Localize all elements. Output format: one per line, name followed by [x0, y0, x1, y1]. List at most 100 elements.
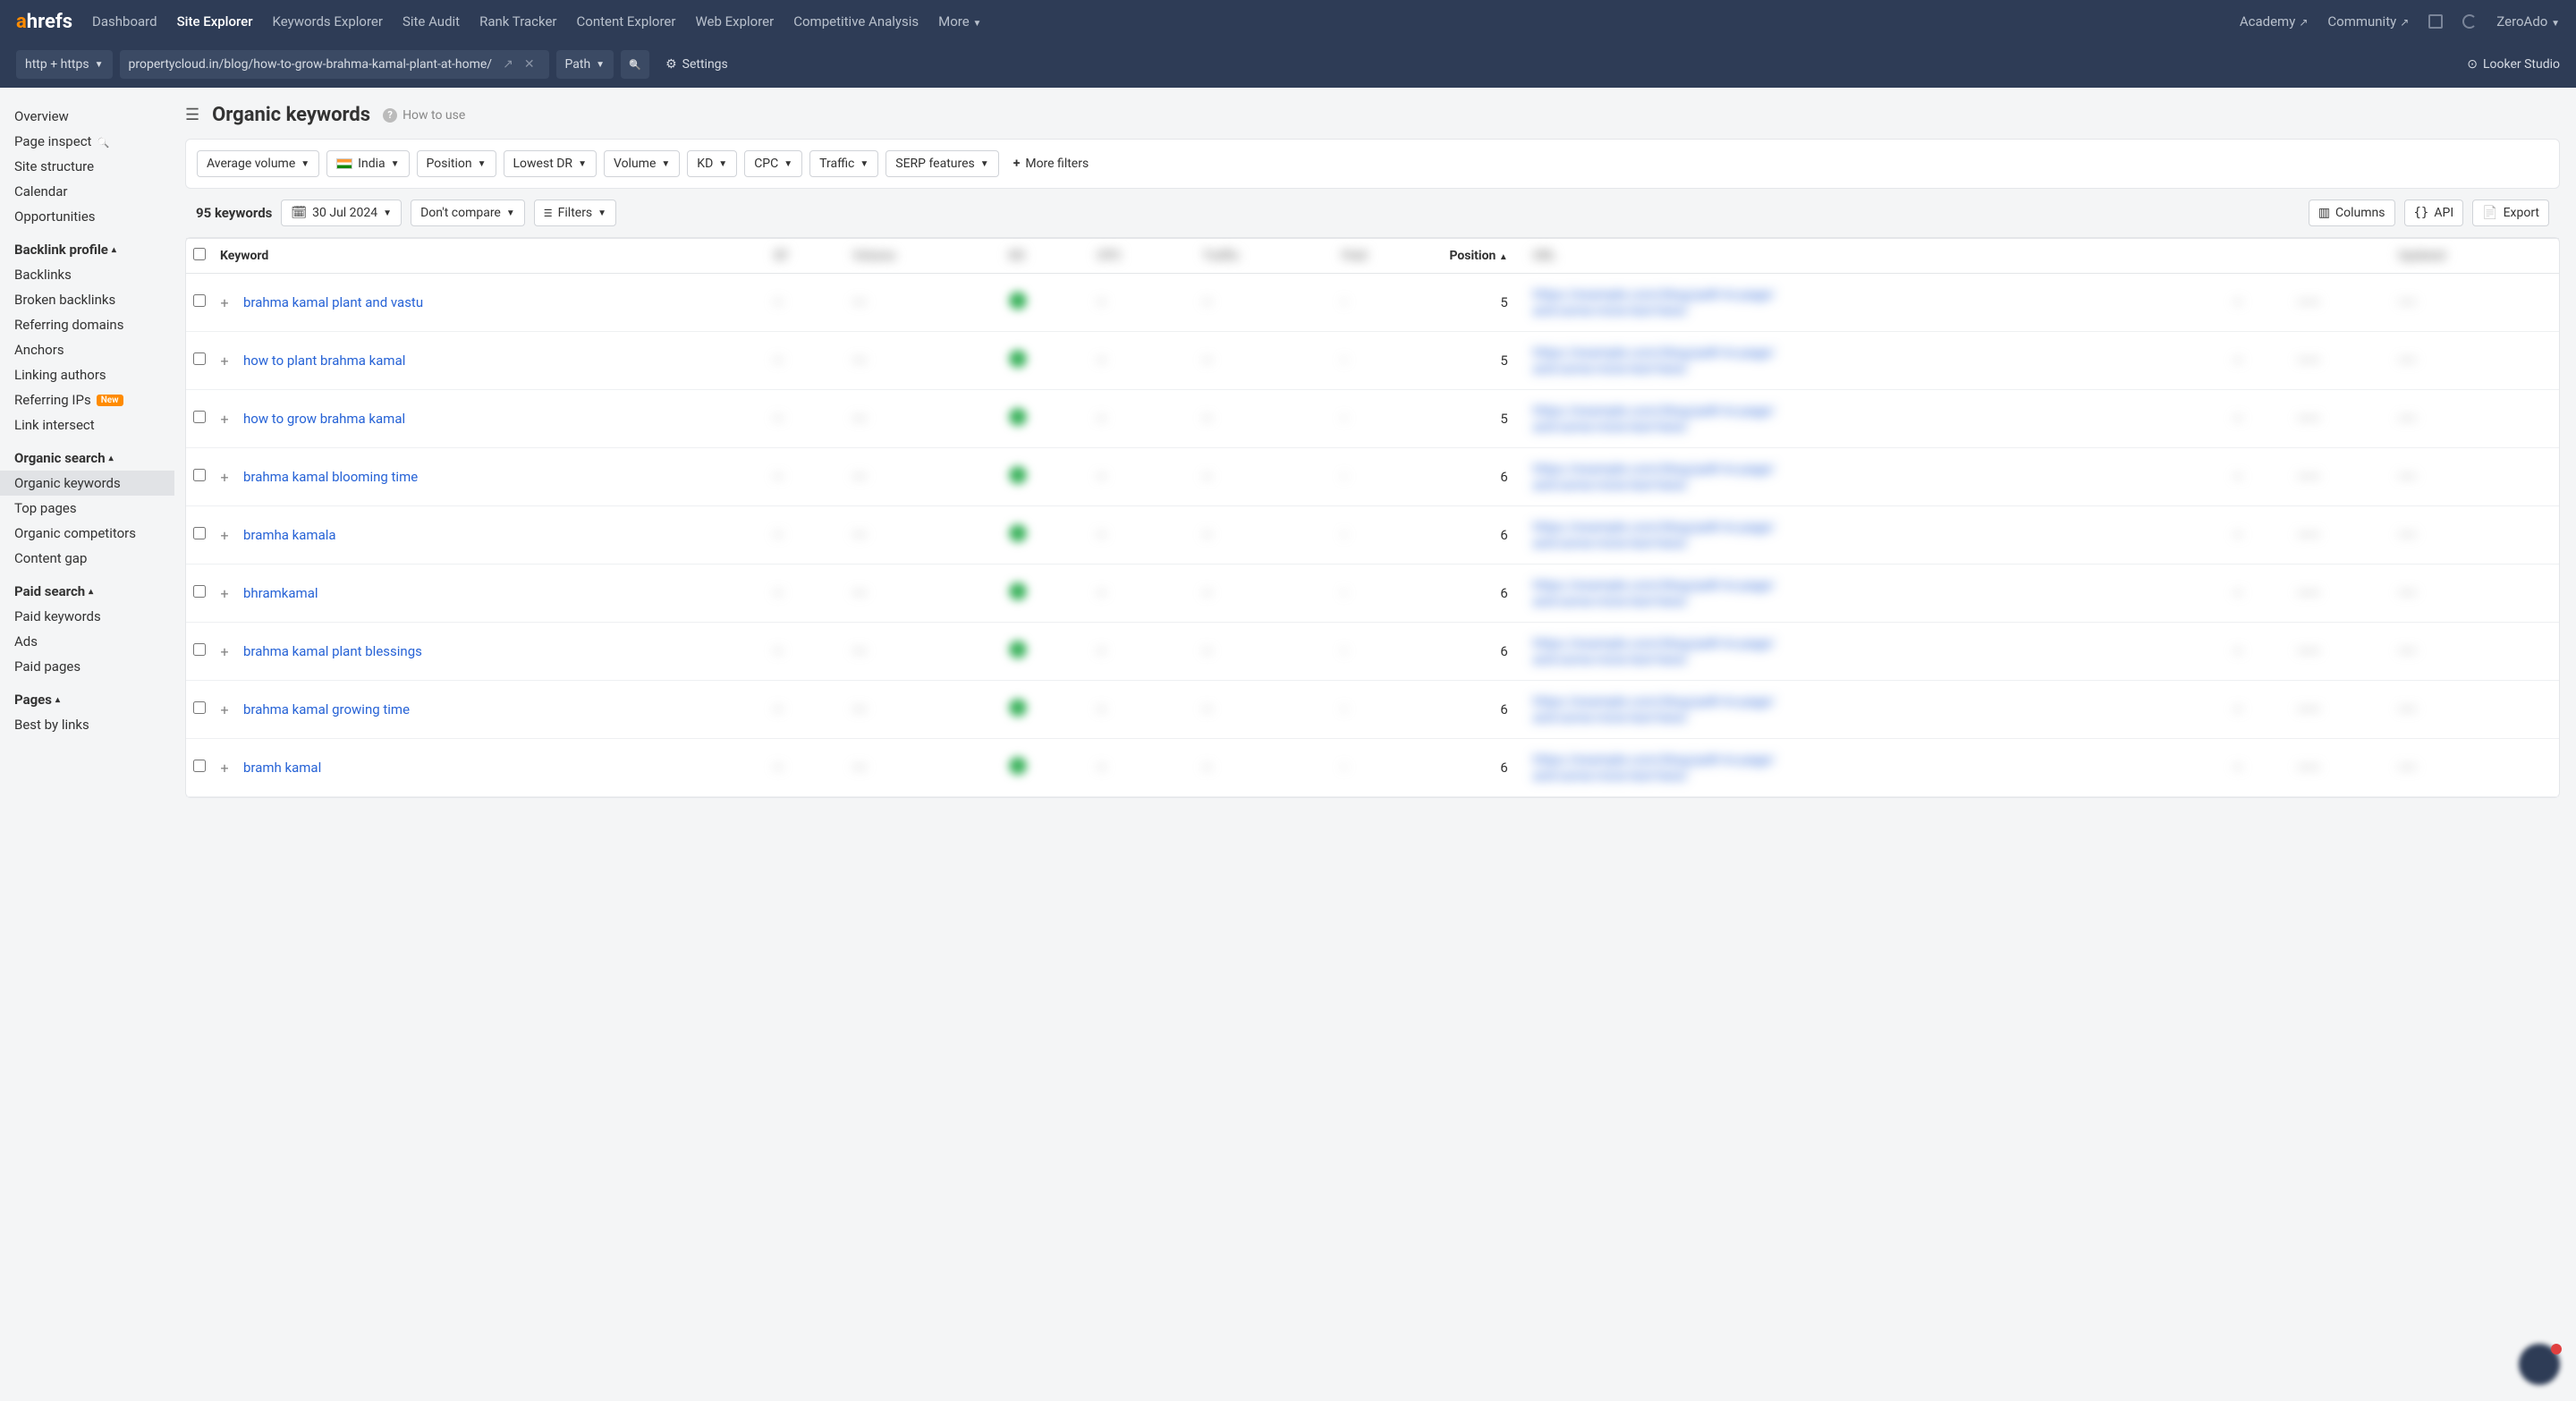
- filter-kd[interactable]: KD▼: [687, 150, 737, 177]
- sidebar-item-organic-competitors[interactable]: Organic competitors: [14, 521, 174, 546]
- export-button[interactable]: Export: [2472, 200, 2549, 226]
- row-checkbox[interactable]: [193, 411, 206, 423]
- sidebar-item-organic-keywords[interactable]: Organic keywords: [0, 471, 174, 496]
- compare-selector[interactable]: Don't compare▼: [411, 200, 525, 226]
- keyword-link[interactable]: how to grow brahma kamal: [243, 411, 405, 427]
- expand-row[interactable]: +: [213, 506, 236, 565]
- settings-link[interactable]: Settings: [657, 57, 737, 72]
- sidebar-item-backlinks[interactable]: Backlinks: [14, 262, 174, 287]
- columns-button[interactable]: Columns: [2309, 200, 2395, 226]
- menu-icon[interactable]: ☰: [185, 106, 199, 124]
- logo[interactable]: ahrefs: [16, 11, 72, 33]
- nav-academy[interactable]: Academy↗: [2240, 13, 2309, 30]
- sidebar-item-overview[interactable]: Overview: [14, 104, 174, 129]
- mode-selector[interactable]: Path▼: [556, 50, 614, 79]
- expand-row[interactable]: +: [213, 565, 236, 623]
- looker-studio-link[interactable]: ⊙Looker Studio: [2467, 57, 2560, 72]
- keyword-link[interactable]: brahma kamal growing time: [243, 701, 410, 717]
- sidebar-item-broken-backlinks[interactable]: Broken backlinks: [14, 287, 174, 312]
- filter-cpc[interactable]: CPC▼: [744, 150, 802, 177]
- more-filters-button[interactable]: More filters: [1006, 151, 1097, 176]
- sidebar-item-best-by-links[interactable]: Best by links: [14, 712, 174, 737]
- keyword-link[interactable]: bramh kamal: [243, 760, 321, 776]
- columns-icon: [2318, 206, 2330, 220]
- nav-dashboard[interactable]: Dashboard: [92, 13, 157, 30]
- keyword-link[interactable]: brahma kamal plant and vastu: [243, 294, 423, 310]
- date-selector[interactable]: 30 Jul 2024▼: [281, 200, 402, 226]
- keyword-link[interactable]: brahma kamal blooming time: [243, 469, 418, 485]
- sub-nav: http + https▼ propertycloud.in/blog/how-…: [0, 43, 2576, 88]
- sidebar-item-ads[interactable]: Ads: [14, 629, 174, 654]
- filter-position[interactable]: Position▼: [417, 150, 496, 177]
- row-checkbox[interactable]: [193, 294, 206, 307]
- sidebar-item-calendar[interactable]: Calendar: [14, 179, 174, 204]
- sidebar-item-paid-pages[interactable]: Paid pages: [14, 654, 174, 679]
- filters-button[interactable]: Filters▼: [534, 200, 616, 226]
- api-button[interactable]: API: [2404, 200, 2464, 226]
- nav-web-explorer[interactable]: Web Explorer: [695, 13, 774, 30]
- nav-content-explorer[interactable]: Content Explorer: [577, 13, 676, 30]
- app-icon[interactable]: [2428, 14, 2443, 29]
- protocol-selector[interactable]: http + https▼: [16, 50, 113, 79]
- sidebar-item-link-intersect[interactable]: Link intersect: [14, 412, 174, 437]
- col-position[interactable]: Position ▲: [1442, 239, 1525, 274]
- nav-keywords-explorer[interactable]: Keywords Explorer: [273, 13, 383, 30]
- filter-serp-features[interactable]: SERP features▼: [886, 150, 998, 177]
- expand-row[interactable]: +: [213, 623, 236, 681]
- sidebar-section-paid-search[interactable]: Paid search ▴: [14, 571, 174, 604]
- chevron-down-icon: ▼: [596, 60, 605, 70]
- expand-row[interactable]: +: [213, 448, 236, 506]
- keyword-link[interactable]: brahma kamal plant blessings: [243, 643, 422, 659]
- row-checkbox[interactable]: [193, 585, 206, 598]
- volume-mode-filter[interactable]: Average volume▼: [197, 150, 319, 177]
- account-menu[interactable]: ZeroAdo ▼: [2496, 13, 2560, 30]
- row-checkbox[interactable]: [193, 643, 206, 656]
- row-checkbox[interactable]: [193, 527, 206, 539]
- sidebar-item-paid-keywords[interactable]: Paid keywords: [14, 604, 174, 629]
- select-all-checkbox[interactable]: [193, 248, 206, 260]
- sidebar-item-content-gap[interactable]: Content gap: [14, 546, 174, 571]
- keyword-link[interactable]: bhramkamal: [243, 585, 318, 601]
- sidebar-item-linking-authors[interactable]: Linking authors: [14, 362, 174, 387]
- filter-volume[interactable]: Volume▼: [604, 150, 680, 177]
- search-button[interactable]: [621, 50, 649, 79]
- row-checkbox[interactable]: [193, 701, 206, 714]
- keyword-link[interactable]: bramha kamala: [243, 527, 336, 543]
- nav-more[interactable]: More ▼: [938, 13, 981, 30]
- expand-row[interactable]: +: [213, 390, 236, 448]
- expand-row[interactable]: +: [213, 332, 236, 390]
- theme-icon[interactable]: [2462, 14, 2477, 29]
- sidebar-item-referring-domains[interactable]: Referring domains: [14, 312, 174, 337]
- nav-rank-tracker[interactable]: Rank Tracker: [479, 13, 556, 30]
- external-link-icon[interactable]: ↗: [503, 57, 513, 72]
- expand-row[interactable]: +: [213, 681, 236, 739]
- row-checkbox[interactable]: [193, 352, 206, 365]
- close-icon[interactable]: ✕: [524, 57, 535, 72]
- country-filter[interactable]: India▼: [326, 150, 409, 177]
- sidebar-section-backlink-profile[interactable]: Backlink profile ▴: [14, 229, 174, 262]
- filter-lowest-dr[interactable]: Lowest DR▼: [504, 150, 597, 177]
- sidebar-item-anchors[interactable]: Anchors: [14, 337, 174, 362]
- nav-competitive-analysis[interactable]: Competitive Analysis: [793, 13, 919, 30]
- expand-row[interactable]: +: [213, 274, 236, 332]
- sidebar-item-site-structure[interactable]: Site structure: [14, 154, 174, 179]
- nav-community[interactable]: Community↗: [2327, 13, 2409, 30]
- sidebar-section-organic-search[interactable]: Organic search ▴: [14, 437, 174, 471]
- nav-site-audit[interactable]: Site Audit: [402, 13, 460, 30]
- filter-traffic[interactable]: Traffic▼: [809, 150, 878, 177]
- sidebar-item-top-pages[interactable]: Top pages: [14, 496, 174, 521]
- sidebar-item-opportunities[interactable]: Opportunities: [14, 204, 174, 229]
- keyword-link[interactable]: how to plant brahma kamal: [243, 352, 405, 369]
- sidebar-item-referring-ips[interactable]: Referring IPsNew: [14, 387, 174, 412]
- sidebar-item-page-inspect[interactable]: Page inspect: [14, 129, 174, 154]
- kd-badge: [1009, 641, 1027, 658]
- url-input[interactable]: propertycloud.in/blog/how-to-grow-brahma…: [120, 50, 549, 79]
- sidebar-section-pages[interactable]: Pages ▴: [14, 679, 174, 712]
- nav-site-explorer[interactable]: Site Explorer: [177, 13, 253, 30]
- row-checkbox[interactable]: [193, 469, 206, 481]
- expand-row[interactable]: +: [213, 739, 236, 797]
- col-keyword[interactable]: Keyword: [213, 239, 767, 274]
- how-to-use-link[interactable]: ?How to use: [383, 108, 465, 123]
- row-checkbox[interactable]: [193, 760, 206, 772]
- table-panel: Keyword SF Volume KD CPC Traffic Paid Po…: [185, 237, 2560, 798]
